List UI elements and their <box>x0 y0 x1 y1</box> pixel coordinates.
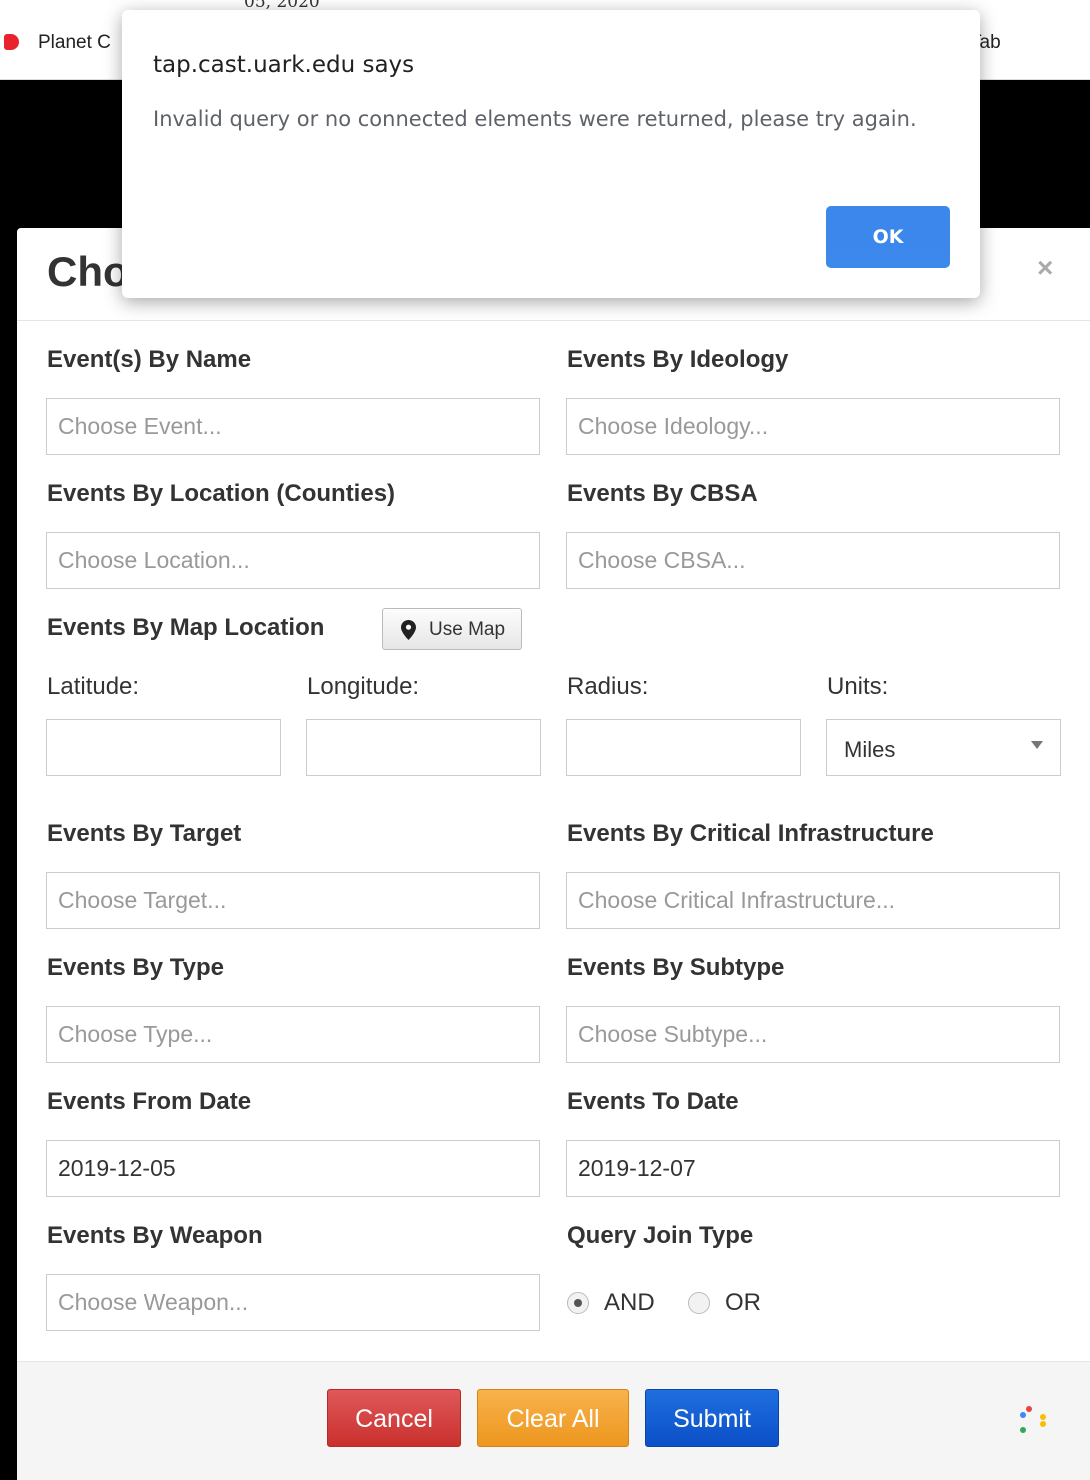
join-and-radio[interactable] <box>567 1292 589 1314</box>
query-modal: Cho × Event(s) By Name Events By Ideolog… <box>17 228 1090 1480</box>
label-by-type: Events By Type <box>47 954 224 981</box>
alert-title: tap.cast.uark.edu says <box>153 52 415 78</box>
map-pin-icon <box>401 620 416 640</box>
alert-dialog: tap.cast.uark.edu says Invalid query or … <box>122 10 980 298</box>
use-map-button[interactable]: Use Map <box>382 608 522 650</box>
label-by-location: Events By Location (Counties) <box>47 480 396 507</box>
use-map-label: Use Map <box>429 619 506 640</box>
from-date-input[interactable] <box>46 1140 540 1197</box>
join-or-label[interactable]: OR <box>725 1289 761 1317</box>
clear-all-button[interactable]: Clear All <box>477 1389 629 1447</box>
latitude-input[interactable] <box>46 719 281 776</box>
location-input[interactable] <box>46 532 540 589</box>
label-by-name: Event(s) By Name <box>47 346 252 373</box>
type-input[interactable] <box>46 1006 540 1063</box>
target-input[interactable] <box>46 872 540 929</box>
label-join-type: Query Join Type <box>567 1222 754 1249</box>
label-by-weapon: Events By Weapon <box>47 1222 263 1249</box>
infrastructure-input[interactable] <box>566 872 1060 929</box>
units-selected-value: Miles <box>844 737 896 762</box>
cancel-button[interactable]: Cancel <box>327 1389 461 1447</box>
join-and-label[interactable]: AND <box>604 1289 655 1317</box>
ok-button[interactable]: OK <box>826 206 950 268</box>
event-name-input[interactable] <box>46 398 540 455</box>
label-to-date: Events To Date <box>567 1088 739 1115</box>
label-longitude: Longitude: <box>307 673 420 700</box>
label-by-cbsa: Events By CBSA <box>567 480 758 507</box>
longitude-input[interactable] <box>306 719 541 776</box>
modal-title: Cho <box>47 248 129 295</box>
screen: 05, 2020 Planet C Tab Cho × Event(s) By … <box>0 0 1090 1480</box>
bookmark-favicon-icon[interactable] <box>4 34 19 50</box>
label-latitude: Latitude: <box>47 673 140 700</box>
submit-button[interactable]: Submit <box>645 1389 779 1447</box>
label-radius: Radius: <box>567 673 649 700</box>
label-by-subtype: Events By Subtype <box>567 954 785 981</box>
alert-message: Invalid query or no connected elements w… <box>153 107 917 131</box>
label-from-date: Events From Date <box>47 1088 252 1115</box>
units-select[interactable]: Miles <box>826 719 1061 776</box>
subtype-input[interactable] <box>566 1006 1060 1063</box>
weapon-input[interactable] <box>46 1274 540 1331</box>
bookmark-planet[interactable]: Planet C <box>38 32 111 54</box>
join-or-radio[interactable] <box>688 1292 710 1314</box>
close-icon[interactable]: × <box>1037 252 1053 284</box>
to-date-input[interactable] <box>566 1140 1060 1197</box>
label-by-map: Events By Map Location <box>47 614 325 641</box>
dropdown-arrow-icon <box>1031 741 1043 749</box>
cbsa-input[interactable] <box>566 532 1060 589</box>
modal-footer: Cancel Clear All Submit <box>17 1361 1090 1480</box>
radius-input[interactable] <box>566 719 801 776</box>
ideology-input[interactable] <box>566 398 1060 455</box>
label-by-ideology: Events By Ideology <box>567 346 789 373</box>
label-by-infrastructure: Events By Critical Infrastructure <box>567 820 934 847</box>
label-by-target: Events By Target <box>47 820 242 847</box>
header-divider <box>17 320 1090 321</box>
loading-spinner-icon <box>1012 1402 1052 1442</box>
label-units: Units: <box>827 673 889 700</box>
